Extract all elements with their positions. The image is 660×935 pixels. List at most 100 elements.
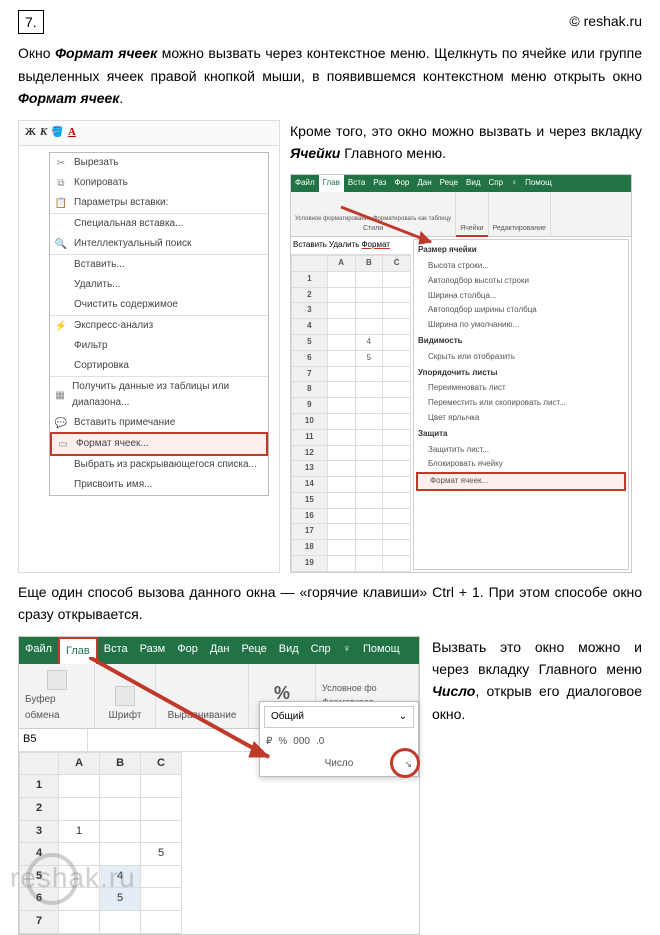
- paragraph-1: Окно Формат ячеек можно вызвать через ко…: [18, 42, 642, 109]
- ctx-item[interactable]: ⧉ Копировать: [50, 173, 268, 193]
- ctx-label: Экспресс-анализ: [74, 318, 153, 334]
- ribbon-tab[interactable]: Вид: [462, 175, 484, 192]
- menu-icon: ⧉: [54, 176, 68, 190]
- ribbon-tab[interactable]: Спр: [485, 175, 508, 192]
- highlight-circle-icon: [390, 748, 420, 778]
- drop-item[interactable]: Блокировать ячейку: [416, 457, 626, 472]
- format-button[interactable]: Формат: [361, 239, 389, 252]
- decimal-icon[interactable]: .0: [316, 734, 324, 750]
- ribbon-tab[interactable]: Спр: [305, 637, 337, 665]
- ctx-item[interactable]: ▭ Формат ячеек...: [50, 432, 268, 456]
- arrow-icon: [89, 657, 309, 787]
- mini-toolbar: Ж К 🪣 A: [19, 121, 279, 146]
- drop-heading: Упорядочить листы: [416, 365, 626, 382]
- ctx-item[interactable]: 📋Параметры вставки:: [50, 193, 268, 214]
- drop-item[interactable]: Автоподбор ширины столбца: [416, 303, 626, 318]
- ctx-label: Выбрать из раскрывающегося списка...: [74, 457, 257, 473]
- ctx-label: Специальная вставка...: [74, 216, 183, 232]
- ribbon-tab[interactable]: Вста: [344, 175, 369, 192]
- ctx-item[interactable]: 🔍Интеллектуальный поиск: [50, 234, 268, 255]
- ctx-item[interactable]: ▦ Получить данные из таблицы или диапазон…: [50, 377, 268, 413]
- ctx-label: Получить данные из таблицы или диапазона…: [72, 379, 260, 411]
- ctx-item[interactable]: ⚡ Экспресс-анализ: [50, 316, 268, 336]
- drop-item[interactable]: Цвет ярлычка: [416, 411, 626, 426]
- ribbon-group-styles[interactable]: Условное форматирование Форматировать ка…: [291, 192, 456, 236]
- ctx-item[interactable]: Выбрать из раскрывающегося списка...: [50, 455, 268, 475]
- row-shot3: ФайлГлавВстаРазмФорДанРецеВидСпр♀Помощ Б…: [18, 636, 642, 935]
- menu-icon: [54, 458, 68, 472]
- drop-item[interactable]: Скрыть или отобразить: [416, 350, 626, 365]
- font-color-icon[interactable]: A: [68, 124, 76, 142]
- menu-icon: [54, 339, 68, 353]
- drop-item[interactable]: Формат ячеек...: [416, 472, 626, 491]
- ribbon-tab[interactable]: Файл: [291, 175, 319, 192]
- ribbon-tab[interactable]: Реце: [436, 175, 462, 192]
- delete-button[interactable]: Удалить: [329, 239, 360, 252]
- ctx-item[interactable]: Удалить...: [50, 275, 268, 295]
- ctx-item[interactable]: Специальная вставка...: [50, 214, 268, 234]
- menu-icon: [54, 478, 68, 492]
- insert-button[interactable]: Вставить: [293, 239, 327, 252]
- menu-icon: ▭: [56, 437, 70, 451]
- drop-item[interactable]: Переименовать лист: [416, 381, 626, 396]
- context-menu: ✂Вырезать ⧉ Копировать 📋Параметры вставки: С…: [49, 152, 269, 496]
- format-dropdown: Размер ячейкиВысота строки...Автоподбор …: [413, 239, 629, 570]
- ctx-item[interactable]: 💬Вставить примечание: [50, 413, 268, 433]
- drop-item[interactable]: Переместить или скопировать лист...: [416, 396, 626, 411]
- excel-number-ribbon-screenshot: ФайлГлавВстаРазмФорДанРецеВидСпр♀Помощ Б…: [18, 636, 420, 935]
- page-number: 7.: [18, 10, 44, 34]
- ctx-item[interactable]: Сортировка: [50, 356, 268, 377]
- paragraph-4: Вызвать это окно можно и через вкладку Г…: [432, 636, 642, 935]
- menu-icon: ✂: [54, 156, 68, 170]
- bold-icon[interactable]: Ж: [25, 124, 36, 142]
- drop-item[interactable]: Высота строки...: [416, 259, 626, 274]
- ribbon-tab[interactable]: Фор: [390, 175, 413, 192]
- ctx-label: Удалить...: [74, 277, 121, 293]
- ribbon-group-cells[interactable]: Ячейки: [456, 192, 488, 236]
- menu-icon: [54, 278, 68, 292]
- drop-heading: Защита: [416, 426, 626, 443]
- drop-item[interactable]: Ширина по умолчанию...: [416, 318, 626, 333]
- ctx-label: Вставить примечание: [74, 415, 175, 431]
- side-column: Кроме того, это окно можно вызвать и чер…: [290, 120, 642, 573]
- copyright: © reshak.ru: [569, 10, 642, 32]
- ribbon-tab[interactable]: ♀: [337, 637, 357, 665]
- ribbon-tab[interactable]: Помощ: [357, 637, 406, 665]
- menu-icon: 🔍: [54, 237, 68, 251]
- ctx-label: Сортировка: [74, 358, 129, 374]
- ribbon-tab[interactable]: ♀: [507, 175, 521, 192]
- fill-icon[interactable]: 🪣: [51, 125, 63, 141]
- drop-item[interactable]: Автоподбор высоты строки: [416, 274, 626, 289]
- ctx-label: Формат ячеек...: [76, 436, 149, 452]
- ribbon-tab[interactable]: Файл: [19, 637, 58, 665]
- drop-heading: Видимость: [416, 333, 626, 350]
- top-bar: 7. © reshak.ru: [18, 10, 642, 34]
- menu-icon: ▦: [54, 388, 66, 402]
- ribbon-tab[interactable]: Дан: [413, 175, 435, 192]
- ribbon-tab[interactable]: Раз: [369, 175, 390, 192]
- excel-context-menu-screenshot: Ж К 🪣 A ✂Вырезать ⧉ Копировать 📋Параметры в…: [18, 120, 280, 573]
- menu-icon: [54, 298, 68, 312]
- ribbon-tab[interactable]: Помощ: [521, 175, 556, 192]
- ribbon-tab[interactable]: Глав: [319, 175, 344, 192]
- menu-icon: [54, 258, 68, 272]
- ctx-item[interactable]: Вставить...: [50, 255, 268, 275]
- ctx-label: Присвоить имя...: [74, 477, 152, 493]
- italic-icon[interactable]: К: [40, 124, 47, 142]
- menu-icon: ⚡: [54, 319, 68, 333]
- ctx-item[interactable]: Фильтр: [50, 336, 268, 356]
- ctx-item[interactable]: Присвоить имя...: [50, 475, 268, 495]
- ctx-label: Вставить...: [74, 257, 125, 273]
- ctx-item[interactable]: Очистить содержимое: [50, 295, 268, 316]
- excel-cells-ribbon-screenshot: ФайлГлавВстаРазФорДанРецеВидСпр♀Помощ Ус…: [290, 174, 632, 573]
- spreadsheet-grid: Вставить Удалить Формат ABC1234546578910…: [291, 237, 411, 572]
- ribbon-group-clipboard[interactable]: Буфер обмена: [19, 664, 95, 728]
- ctx-item[interactable]: ✂Вырезать: [50, 153, 268, 173]
- ctx-label: Копировать: [74, 175, 128, 191]
- name-box[interactable]: B5: [19, 729, 88, 751]
- ctx-label: Очистить содержимое: [74, 297, 178, 313]
- drop-item[interactable]: Ширина столбца...: [416, 289, 626, 304]
- paragraph-3: Еще один способ вызова данного окна — «г…: [18, 581, 642, 626]
- ribbon-group-editing[interactable]: Редактирование: [489, 192, 551, 236]
- drop-item[interactable]: Защитить лист...: [416, 443, 626, 458]
